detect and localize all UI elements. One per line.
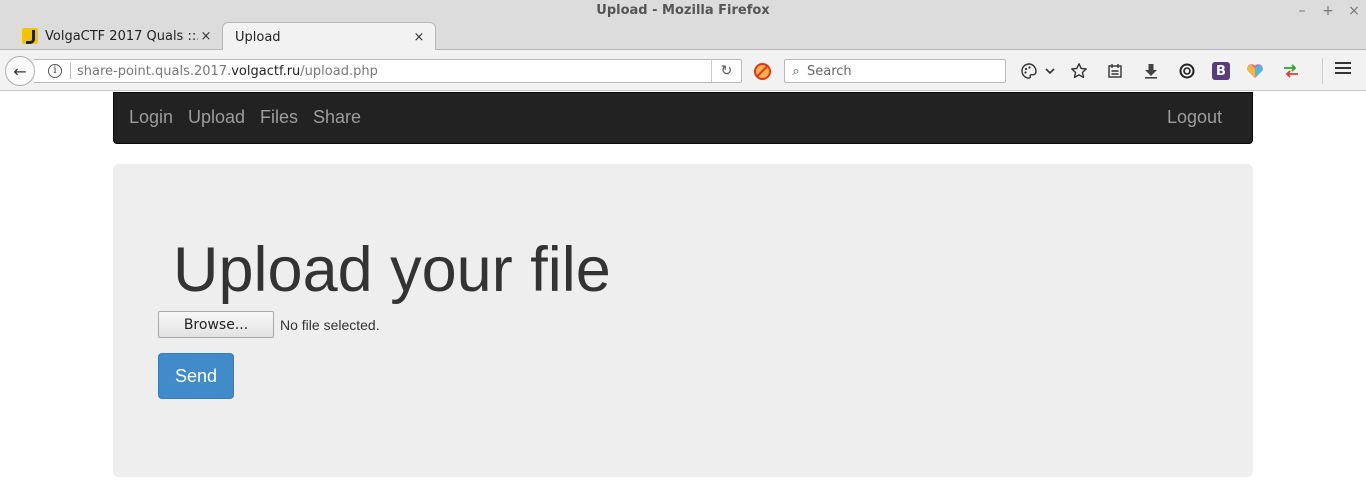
tab-upload[interactable]: Upload × [222,22,436,51]
reload-icon[interactable]: ↻ [711,60,741,82]
tab-strip: VolgaCTF 2017 Quals ::... × Upload × + [0,22,1366,68]
content-blocker-icon[interactable] [754,63,771,80]
bookmark-star-icon[interactable] [1068,60,1090,82]
toolbar-separator [1322,58,1323,84]
close-window-button[interactable]: × [1348,1,1360,21]
nav-link-files[interactable]: Files [260,107,298,128]
tab-close-icon[interactable]: × [411,30,427,45]
window-title: Upload - Mozilla Firefox [596,3,770,18]
url-domain: volgactf.ru [231,63,301,79]
page-title: Upload your file [173,235,611,305]
url-bar[interactable]: i share-point.quals.2017.volgactf.ru/upl… [34,59,742,83]
file-input[interactable]: Browse... No file selected. [158,311,380,338]
browser-toolbar: i share-point.quals.2017.volgactf.ru/upl… [0,50,1366,91]
reading-list-icon[interactable] [1104,60,1126,82]
url-prefix: share-point.quals.2017. [77,63,232,79]
tab-title: Upload [235,29,281,45]
tab-volgactf[interactable]: VolgaCTF 2017 Quals ::... × [14,22,222,50]
sync-icon[interactable] [1176,60,1198,82]
browse-button[interactable]: Browse... [158,311,274,338]
upload-panel: Upload your file Browse... No file selec… [113,164,1253,477]
palette-icon[interactable] [1018,60,1040,82]
back-arrow-icon: ← [13,61,27,81]
file-status: No file selected. [280,316,380,333]
heart-icon[interactable] [1244,60,1266,82]
nav-link-upload[interactable]: Upload [188,107,245,128]
search-placeholder: Search [807,63,852,79]
toolbar-icons: B [1018,59,1316,83]
volgactf-favicon-icon [22,28,38,44]
nav-link-share[interactable]: Share [313,107,361,128]
nav-link-login[interactable]: Login [129,107,173,128]
window-controls: – + × [1296,0,1360,22]
send-button[interactable]: Send [158,353,234,399]
maximize-button[interactable]: + [1322,1,1334,21]
tab-title: VolgaCTF 2017 Quals ::... [45,28,198,44]
search-input[interactable]: ⌕ Search [784,59,1006,83]
url-path: /upload.php [300,63,378,79]
chevron-down-icon[interactable] [1044,60,1056,82]
window-titlebar: Upload - Mozilla Firefox – + × [0,0,1366,22]
tab-close-icon[interactable]: × [198,29,214,44]
search-icon: ⌕ [792,63,800,79]
back-button[interactable]: ← [5,56,35,86]
url-text[interactable]: share-point.quals.2017.volgactf.ru/uploa… [77,64,711,79]
minimize-button[interactable]: – [1296,1,1308,21]
site-info-icon[interactable]: i [48,64,62,78]
download-icon[interactable] [1140,60,1162,82]
bootstrap-icon[interactable]: B [1212,62,1230,80]
hamburger-menu-icon[interactable] [1334,60,1352,81]
site-navbar: Login Upload Files Share Logout [113,92,1253,144]
swap-arrows-icon[interactable] [1280,60,1302,82]
url-separator [70,63,71,79]
nav-link-logout[interactable]: Logout [1167,107,1222,128]
